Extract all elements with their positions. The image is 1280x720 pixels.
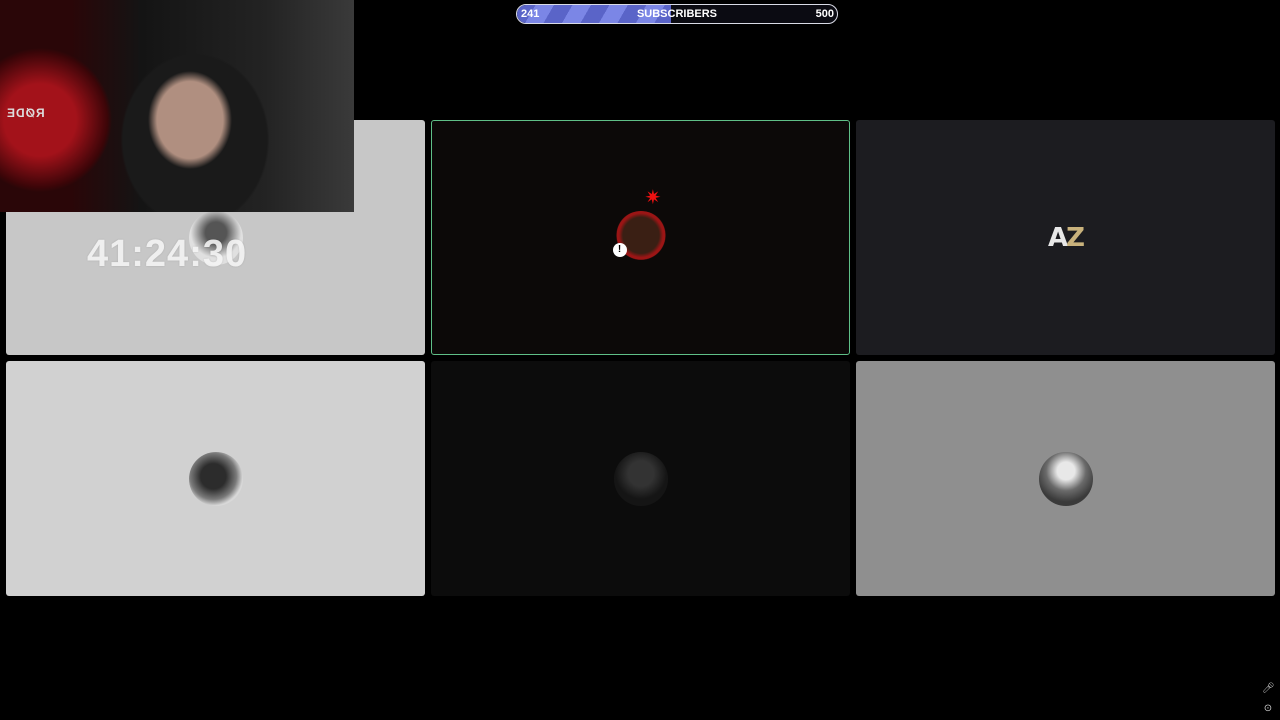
participant-avatar (1038, 451, 1093, 506)
participant-tile-4[interactable] (6, 361, 425, 596)
stream-timer: 41:24:30 (87, 233, 248, 275)
participant-avatar (613, 210, 668, 265)
participant-tile-6[interactable] (856, 361, 1275, 596)
star-icon: ✷ (644, 186, 662, 209)
participant-avatar (188, 451, 243, 506)
participant-avatar (613, 451, 668, 506)
goal-target-count: 500 (815, 8, 834, 20)
mute-icon: ! (612, 242, 627, 257)
microphone-icon[interactable]: 🎤︎ (1262, 683, 1275, 695)
goal-label: SUBSCRIBERS (636, 8, 718, 20)
subscriber-goal-bar: 241 SUBSCRIBERS 500 (516, 4, 838, 24)
participant-tile-2[interactable]: ✷ ! (431, 120, 850, 355)
microphone-brand-label: RØDE (6, 106, 45, 120)
participant-tile-3[interactable]: AZ (856, 120, 1275, 355)
webcam-feed: RØDE (0, 0, 354, 212)
participant-tile-5[interactable] (431, 361, 850, 596)
settings-icon[interactable]: ⊙ (1262, 703, 1274, 715)
stream-stage: ✷ ! AZ 41:24:30 RØDE 241 SUBSCRIBERS 500… (0, 0, 1280, 720)
participant-logo: AZ (1048, 222, 1085, 253)
